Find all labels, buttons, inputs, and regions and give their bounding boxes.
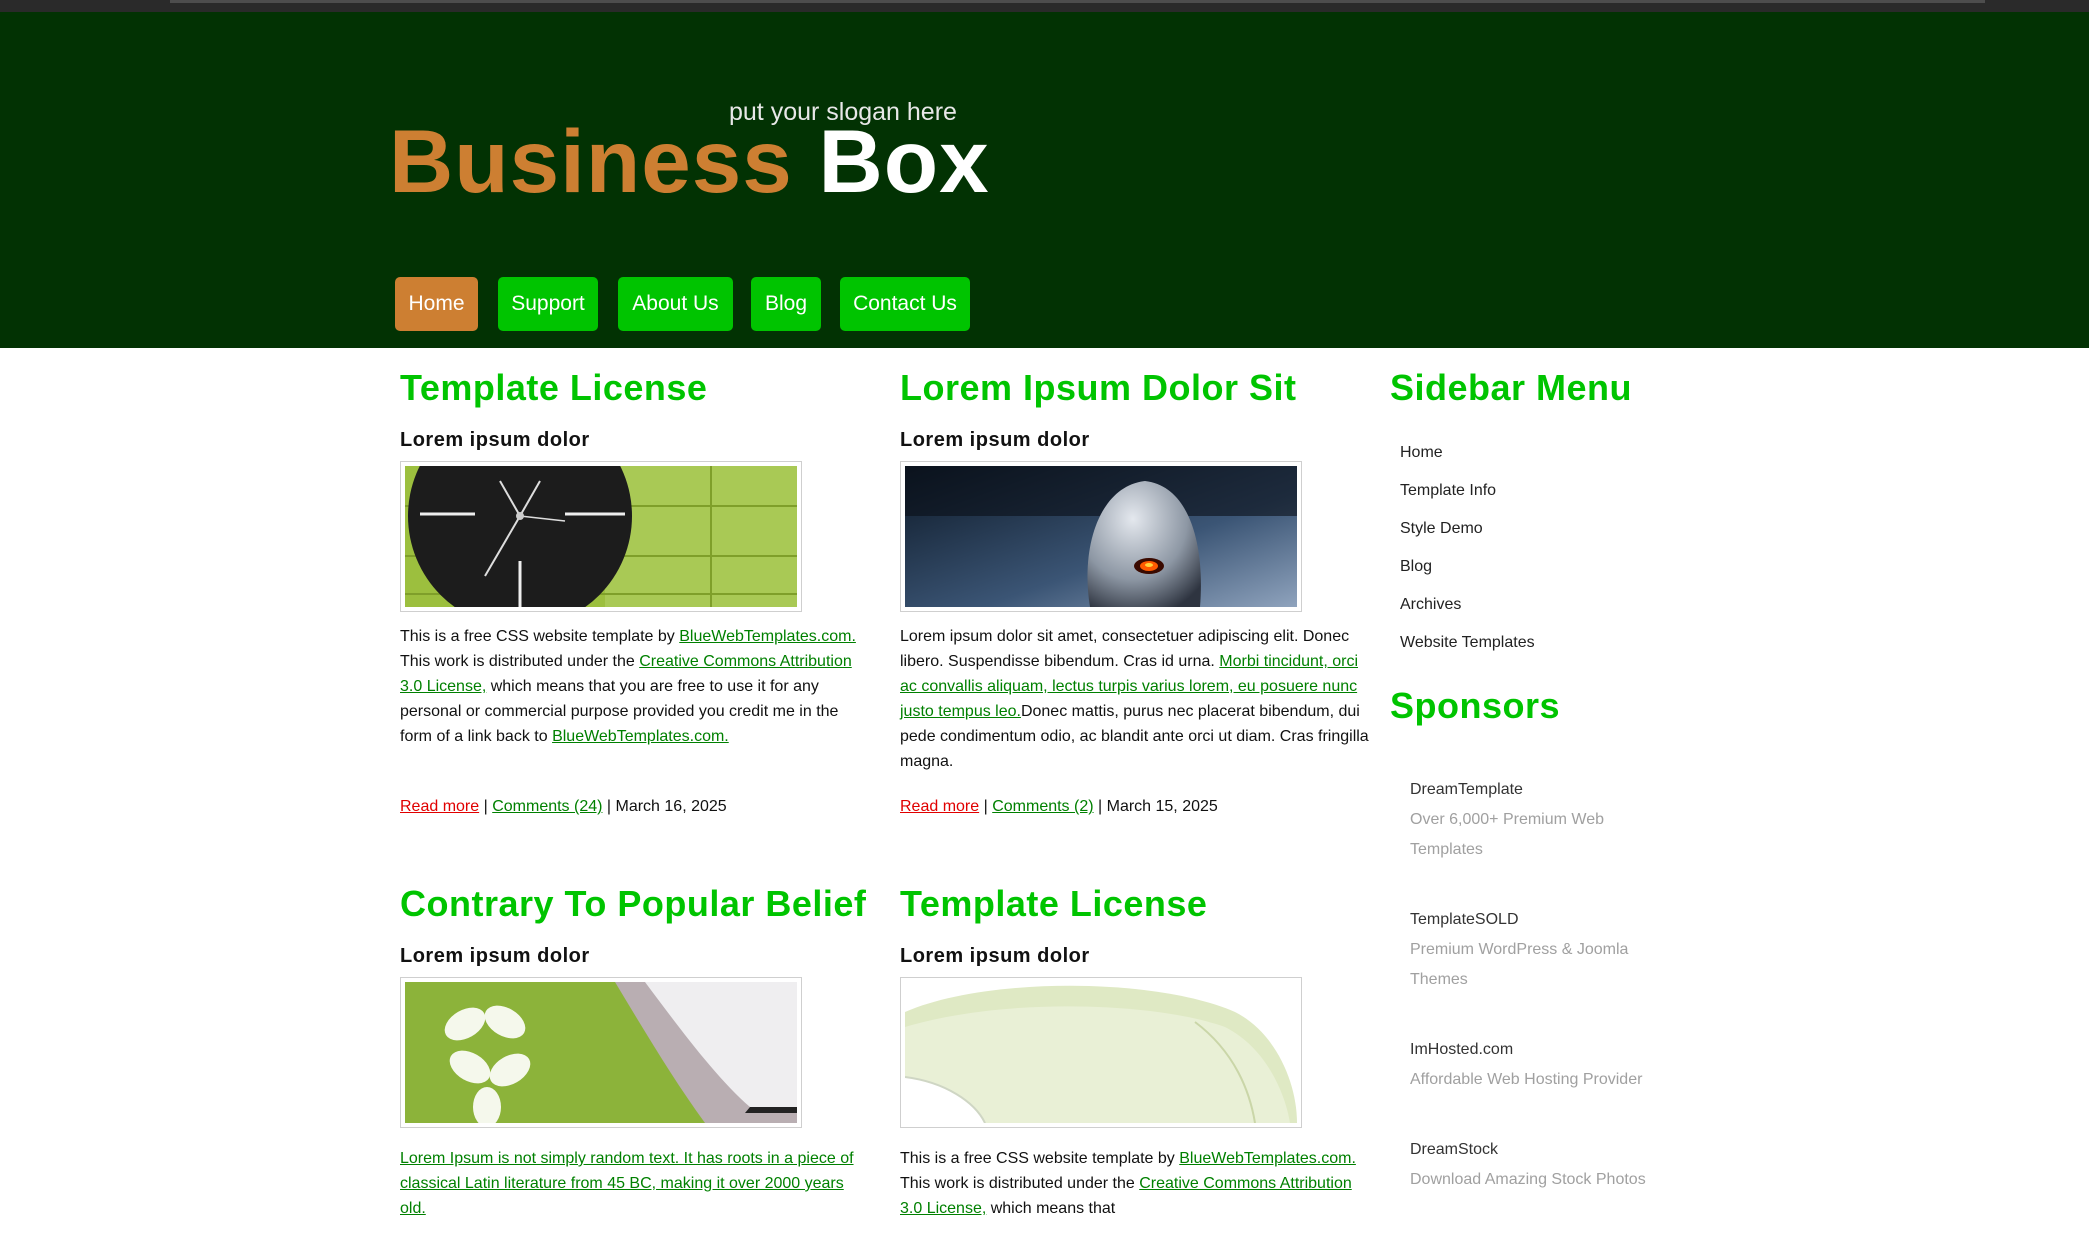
post-subtitle: Lorem ipsum dolor [900,945,1090,967]
sidebar-item-blog[interactable]: Blog [1400,558,1432,576]
browser-top-bar [0,0,2089,12]
logo-part-business: Business [389,111,793,211]
sidebar-item-template-info[interactable]: Template Info [1400,482,1496,500]
post-subtitle: Lorem ipsum dolor [400,429,590,451]
post-text: which means that [986,1200,1116,1217]
read-more-link[interactable]: Read more [900,798,979,815]
sponsors-title: Sponsors [1390,685,1561,726]
post-meta: Read more | Comments (24) | March 16, 20… [400,798,727,815]
post-link[interactable]: BlueWebTemplates.com. [552,728,729,745]
post-title[interactable]: Contrary To Popular Belief [400,883,870,925]
sponsor-item: DreamTemplate Over 6,000+ Premium Web Te… [1410,775,1670,865]
sponsor-description: Over 6,000+ Premium Web Templates [1410,811,1605,858]
sidebar-title: Sidebar Menu [1390,367,1633,408]
nav-blog[interactable]: Blog [751,277,821,331]
clock-image [405,466,797,607]
sponsor-name[interactable]: TemplateSOLD [1410,905,1670,935]
site-logo[interactable]: Business Box [389,110,990,213]
sponsor-description: Affordable Web Hosting Provider [1410,1071,1643,1088]
sponsor-item: DreamStock Download Amazing Stock Photos [1410,1135,1670,1195]
sidebar-item-home[interactable]: Home [1400,444,1443,462]
sponsor-item: TemplateSOLD Premium WordPress & Joomla … [1410,905,1670,995]
sponsor-name[interactable]: DreamTemplate [1410,775,1670,805]
post-body: Lorem Ipsum is not simply random text. I… [400,1146,870,1221]
keyboard-image [405,982,797,1123]
post-date: March 16, 2025 [615,798,727,815]
sponsor-item: ImHosted.com Affordable Web Hosting Prov… [1410,1035,1670,1095]
sponsor-description: Premium WordPress & Joomla Themes [1410,941,1629,988]
nav-support[interactable]: Support [498,277,598,331]
site-header: put your slogan here Business Box Home S… [0,12,2089,348]
post-text: This work is distributed under the [400,653,640,670]
sponsor-description: Download Amazing Stock Photos [1410,1171,1646,1188]
post-image-frame [900,461,1302,612]
top-bar-line [170,0,1985,3]
comments-link[interactable]: Comments (24) [492,798,602,815]
post-subtitle: Lorem ipsum dolor [400,945,590,967]
post-image-frame [900,977,1302,1128]
mouse-image [905,466,1297,607]
post-body: Lorem ipsum dolor sit amet, consectetuer… [900,624,1370,774]
post-link[interactable]: Lorem Ipsum is not simply random text. I… [400,1150,854,1217]
post: Contrary To Popular Belief Lorem ipsum d… [400,883,870,1217]
post-text: This is a free CSS website template by [900,1150,1180,1167]
post-link[interactable]: BlueWebTemplates.com. [1179,1150,1356,1167]
sidebar-item-website-templates[interactable]: Website Templates [1400,634,1535,652]
post: Template License Lorem ipsum dolor This … [400,367,870,815]
nav-about-us[interactable]: About Us [618,277,733,331]
nav-contact-us[interactable]: Contact Us [840,277,970,331]
nav-home[interactable]: Home [395,277,478,331]
post-subtitle: Lorem ipsum dolor [900,429,1090,451]
sponsor-name[interactable]: ImHosted.com [1410,1035,1670,1065]
read-more-link[interactable]: Read more [400,798,479,815]
post-text: This is a free CSS website template by [400,628,680,645]
post-body: This is a free CSS website template by B… [900,1146,1370,1221]
post-image-frame [400,977,802,1128]
logo-part-box: Box [818,111,990,211]
post: Lorem Ipsum Dolor Sit Lorem ipsum dolor [900,367,1370,815]
sidebar-item-archives[interactable]: Archives [1400,596,1461,614]
post-image-frame [400,461,802,612]
post-text: This work is distributed under the [900,1175,1140,1192]
sidebar-item-style-demo[interactable]: Style Demo [1400,520,1483,538]
post-date: March 15, 2025 [1106,798,1218,815]
post-title[interactable]: Template License [900,883,1370,925]
post-body: This is a free CSS website template by B… [400,624,870,749]
post: Template License Lorem ipsum dolor This … [900,883,1370,1217]
sponsor-name[interactable]: DreamStock [1410,1135,1670,1165]
post-link[interactable]: BlueWebTemplates.com. [679,628,856,645]
post-title[interactable]: Template License [400,367,870,409]
post-title[interactable]: Lorem Ipsum Dolor Sit [900,367,1370,409]
post-meta: Read more | Comments (2) | March 15, 202… [900,798,1218,815]
sidebar: Sidebar Menu Home Template Info Style De… [1390,367,1810,1188]
comments-link[interactable]: Comments (2) [992,798,1093,815]
green-mouse-image [905,982,1297,1123]
